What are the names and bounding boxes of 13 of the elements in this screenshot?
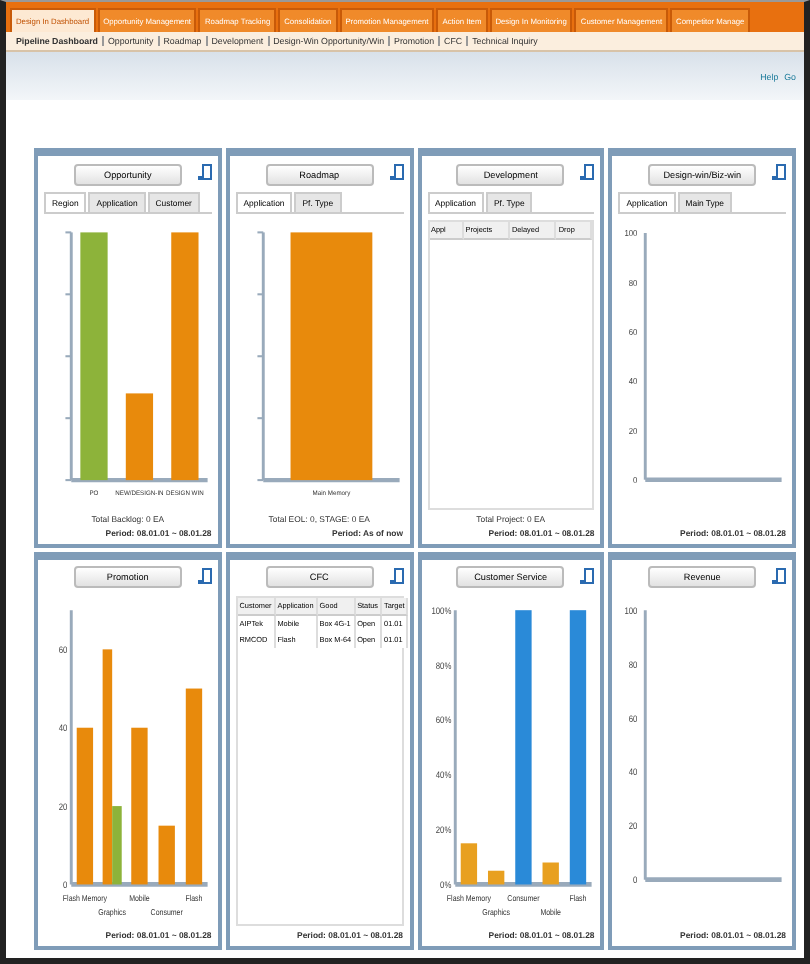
chart-bar [459,842,477,884]
popup-icon[interactable] [580,164,595,180]
popup-icon[interactable] [389,164,403,180]
popup-icon[interactable] [580,567,595,583]
popup-icon[interactable] [197,567,212,583]
chart-bar [158,824,175,884]
chart-bar [125,393,154,481]
chart-bar [487,869,504,884]
popup-icon[interactable] [197,164,212,180]
popup-icon[interactable] [389,567,403,583]
popup-icon[interactable] [772,164,786,180]
popup-icon[interactable] [772,567,786,583]
chart-bar [541,861,558,884]
